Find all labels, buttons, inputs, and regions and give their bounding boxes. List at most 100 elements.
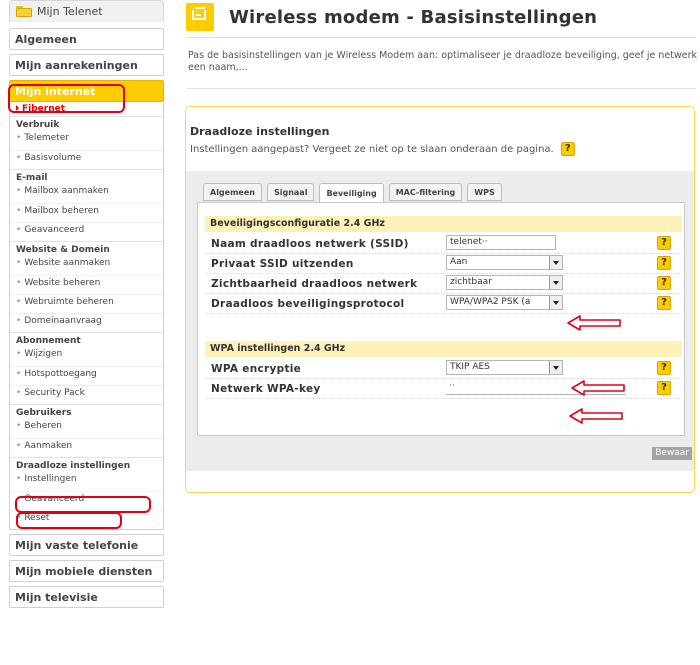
- help-icon[interactable]: ?: [657, 256, 671, 270]
- bullet-icon: •: [16, 369, 22, 379]
- row-ssid: Naam draadloos netwerk (SSID) telenet·· …: [205, 234, 682, 254]
- tab-content: Beveiligingsconfiguratie 2.4 GHz Naam dr…: [197, 202, 685, 436]
- page-title: Wireless modem - Basisinstellingen: [229, 7, 598, 28]
- menu-mijn-mobiele-diensten[interactable]: Mijn mobiele diensten: [9, 560, 164, 582]
- submenu-item-telemeter[interactable]: • Telemeter: [10, 131, 163, 150]
- bullet-icon: •: [16, 133, 22, 143]
- tab-mac-filtering[interactable]: MAC-filtering: [388, 183, 463, 201]
- section-head-security: Beveiligingsconfiguratie 2.4 GHz: [205, 216, 682, 232]
- submenu-item-instellingen[interactable]: • Instellingen: [10, 472, 163, 491]
- submenu-head: Website & Domein: [16, 245, 110, 255]
- row-private-ssid: Privaat SSID uitzenden Aan ?: [205, 254, 682, 274]
- row-wpa-key: Netwerk WPA-key ·· ?: [205, 379, 682, 399]
- security-protocol-select[interactable]: WPA/WPA2 PSK (a: [446, 295, 563, 310]
- bullet-icon: •: [16, 349, 22, 359]
- submenu-item-draadloos-geavanceerd[interactable]: • Geavanceerd: [10, 491, 163, 510]
- submenu-item-wijzigen[interactable]: • Wijzigen: [10, 347, 163, 366]
- page-intro: Pas de basisinstellingen van je Wireless…: [188, 50, 697, 73]
- dropdown-arrow-icon[interactable]: [549, 296, 562, 309]
- help-icon[interactable]: ?: [657, 276, 671, 290]
- help-icon[interactable]: ?: [560, 142, 575, 156]
- tab-signaal[interactable]: Signaal: [266, 183, 315, 201]
- header-divider: [186, 37, 696, 38]
- row-security-protocol: Draadloos beveiligingsprotocol WPA/WPA2 …: [205, 294, 682, 314]
- submenu-head: E-mail: [16, 173, 48, 183]
- dropdown-arrow-icon[interactable]: [549, 256, 562, 269]
- visibility-label: Zichtbaarheid draadloos netwerk: [211, 278, 418, 290]
- menu-mijn-televisie[interactable]: Mijn televisie: [9, 586, 164, 608]
- bullet-icon: •: [16, 258, 22, 268]
- ssid-label: Naam draadloos netwerk (SSID): [211, 238, 409, 250]
- submenu-item-email-geavanceerd[interactable]: • Geavanceerd: [10, 222, 163, 241]
- tab-beveiliging[interactable]: Beveiliging: [319, 183, 384, 203]
- wireless-settings-panel: Draadloze instellingen Instellingen aang…: [185, 106, 695, 493]
- private-ssid-label: Privaat SSID uitzenden: [211, 258, 354, 270]
- menu-mijn-vaste-telefonie[interactable]: Mijn vaste telefonie: [9, 534, 164, 556]
- ssid-input[interactable]: telenet··: [446, 235, 556, 250]
- help-icon[interactable]: ?: [657, 236, 671, 250]
- menu-mijn-internet[interactable]: Mijn internet: [9, 80, 164, 102]
- save-button[interactable]: Bewaar: [652, 447, 692, 460]
- submenu-item-mailbox-aanmaken[interactable]: • Mailbox aanmaken: [10, 184, 163, 203]
- submenu-item-reset[interactable]: • Reset: [10, 510, 163, 529]
- submenu-fibernet[interactable]: Fibernet: [10, 102, 163, 116]
- submenu-item-mailbox-beheren[interactable]: • Mailbox beheren: [10, 203, 163, 222]
- tab-wps[interactable]: WPS: [467, 183, 502, 201]
- dropdown-arrow-icon[interactable]: [549, 361, 562, 374]
- bullet-icon: •: [16, 421, 22, 431]
- submenu-item-hotspottoegang[interactable]: • Hotspottoegang: [10, 366, 163, 385]
- wpa-encryption-select[interactable]: TKIP AES: [446, 360, 563, 375]
- panel-title: Draadloze instellingen: [190, 125, 330, 138]
- submenu-head: Verbruik: [16, 120, 60, 130]
- submenu-item-aanmaken[interactable]: • Aanmaken: [10, 438, 163, 457]
- tab-mijn-telenet[interactable]: Mijn Telenet: [9, 0, 164, 22]
- bullet-icon: •: [16, 278, 22, 288]
- private-ssid-select[interactable]: Aan: [446, 255, 563, 270]
- submenu-item-domeinaanvraag[interactable]: • Domeinaanvraag: [10, 313, 163, 332]
- help-icon[interactable]: ?: [657, 361, 671, 375]
- submenu-item-security-pack[interactable]: • Security Pack: [10, 385, 163, 404]
- bullet-icon: •: [16, 225, 22, 235]
- submenu-item-webruimte-beheren[interactable]: • Webruimte beheren: [10, 294, 163, 313]
- bullet-icon: •: [16, 186, 22, 196]
- wpa-key-input[interactable]: ··: [446, 380, 626, 395]
- visibility-select[interactable]: zichtbaar: [446, 275, 563, 290]
- bullet-icon: •: [16, 388, 22, 398]
- bullet-icon: •: [16, 297, 22, 307]
- submenu-head: Abonnement: [16, 336, 81, 346]
- submenu-group-email: E-mail • Mailbox aanmaken • Mailbox behere…: [10, 169, 163, 241]
- bullet-icon: •: [16, 474, 22, 484]
- bullet-icon: •: [16, 153, 22, 163]
- submenu-item-website-aanmaken[interactable]: • Website aanmaken: [10, 256, 163, 275]
- menu-algemeen[interactable]: Algemeen: [9, 28, 164, 50]
- folder-icon: [16, 6, 32, 17]
- security-protocol-label: Draadloos beveiligingsprotocol: [211, 298, 405, 310]
- submenu-item-beheren[interactable]: • Beheren: [10, 419, 163, 438]
- intro-divider: [186, 88, 696, 89]
- help-icon[interactable]: ?: [657, 381, 671, 395]
- submenu-item-website-beheren[interactable]: • Website beheren: [10, 275, 163, 294]
- triangle-right-icon: [16, 105, 19, 111]
- modem-icon: [186, 3, 214, 31]
- menu-mijn-aanrekeningen[interactable]: Mijn aanrekeningen: [9, 54, 164, 76]
- bullet-icon: •: [16, 316, 22, 326]
- sidebar: Mijn Telenet Algemeen Mijn aanrekeningen…: [9, 0, 164, 612]
- tab-mijn-telenet-label: Mijn Telenet: [37, 5, 103, 18]
- settings-tabs: Algemeen Signaal Beveiliging MAC-filteri…: [203, 183, 507, 203]
- wpa-key-label: Netwerk WPA-key: [211, 383, 321, 395]
- wpa-encryption-label: WPA encryptie: [211, 363, 302, 375]
- bullet-icon: •: [16, 441, 22, 451]
- submenu-group-abonnement: Abonnement • Wijzigen • Hotspottoegang • Se…: [10, 332, 163, 404]
- submenu-item-basisvolume[interactable]: • Basisvolume: [10, 150, 163, 169]
- submenu-group-verbruik: Verbruik • Telemeter • Basisvolume: [10, 116, 163, 169]
- internet-submenu: Fibernet Verbruik • Telemeter • Basisvolum…: [9, 102, 164, 530]
- page-header: Wireless modem - Basisinstellingen: [186, 3, 696, 38]
- bullet-icon: •: [16, 513, 22, 523]
- dropdown-arrow-icon[interactable]: [549, 276, 562, 289]
- submenu-head: Gebruikers: [16, 408, 72, 418]
- tab-algemeen[interactable]: Algemeen: [203, 183, 262, 201]
- row-wpa-encryption: WPA encryptie TKIP AES ?: [205, 359, 682, 379]
- row-visibility: Zichtbaarheid draadloos netwerk zichtbaa…: [205, 274, 682, 294]
- bullet-icon: •: [16, 494, 22, 504]
- help-icon[interactable]: ?: [657, 296, 671, 310]
